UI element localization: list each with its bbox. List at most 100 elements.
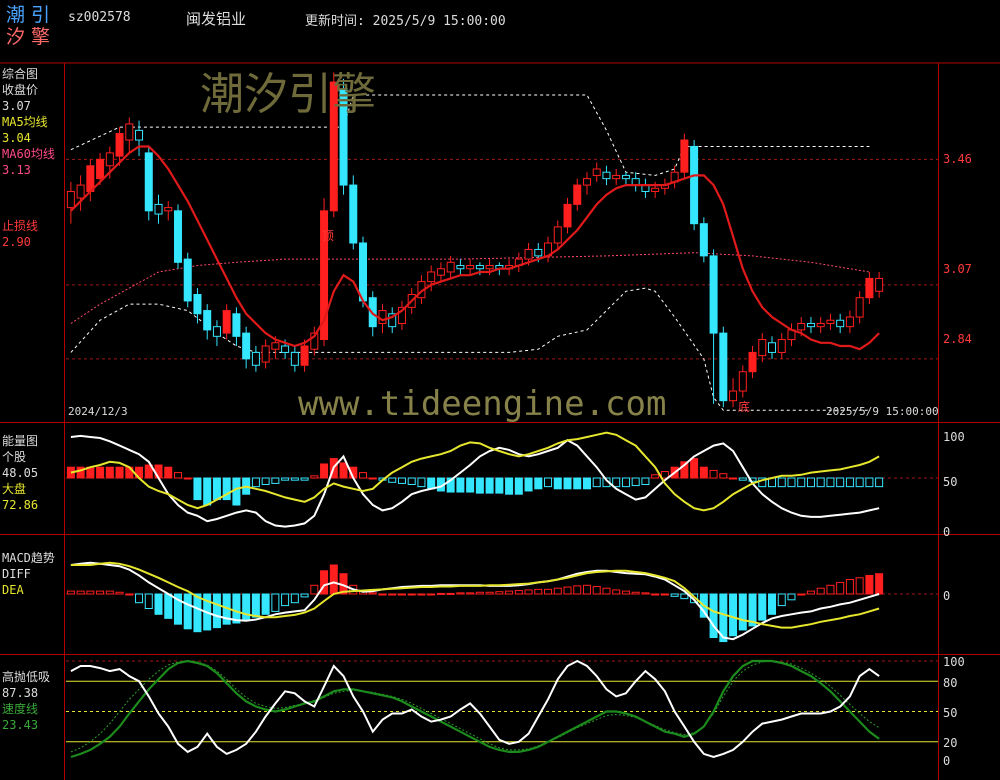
stock-code: sz002578 — [68, 10, 131, 25]
candle-body-3 — [96, 158, 105, 180]
energy-bar-67 — [719, 473, 728, 479]
watermark-url: www.tideengine.com — [298, 384, 667, 424]
ytick-energy-0: 100 — [943, 430, 965, 444]
stock-name: 闽发铝业 — [186, 10, 247, 28]
logo: 潮引 汐擎 — [6, 4, 56, 48]
candle-body-29 — [349, 184, 358, 244]
logo-top: 潮引 — [6, 4, 57, 26]
energy-bar-78 — [826, 477, 835, 488]
stop-value: 2.90 — [2, 235, 31, 249]
candle-body-16 — [222, 310, 231, 334]
energy-bar-48 — [534, 477, 543, 490]
energy-bar-11 — [173, 472, 182, 479]
macd-panel-legend: MACD趋势 DIFF DEA — [2, 550, 55, 598]
energy-bar-59 — [641, 477, 650, 485]
gaopao-line — [70, 659, 880, 759]
macd-bar-15 — [212, 593, 221, 629]
macd-bar-69 — [738, 593, 747, 631]
macd-bar-77 — [816, 587, 825, 595]
macd-bar-47 — [524, 589, 533, 595]
energy-bar-30 — [359, 472, 368, 479]
ytick-main-2: 2.84 — [943, 332, 972, 346]
ytick-main-0: 3.46 — [943, 152, 972, 166]
ytick-gaopao-2: 50 — [943, 706, 958, 720]
macd-bar-45 — [505, 590, 514, 595]
energy-bar-24 — [300, 477, 309, 481]
macd-bar-38 — [436, 592, 445, 595]
macd-bar-37 — [427, 593, 436, 596]
energy-bar-14 — [203, 477, 212, 506]
macd-bar-52 — [573, 585, 582, 595]
macd-bar-31 — [368, 592, 377, 595]
macd-bar-33 — [388, 593, 397, 596]
candle-body-6 — [125, 123, 134, 141]
energy-panel-legend: 能量图 个股 48.05 大盘 72.86 — [2, 433, 38, 513]
candle-body-82 — [865, 277, 874, 299]
macd-bar-68 — [729, 593, 738, 637]
ma5-label: MA5均线 — [2, 115, 48, 129]
energy-bar-40 — [456, 477, 465, 493]
energy-bar-52 — [573, 477, 582, 490]
candle-body-60 — [651, 187, 660, 193]
energy-bar-15 — [212, 477, 221, 501]
ytick-gaopao-1: 80 — [943, 676, 958, 690]
candle-body-24 — [300, 345, 309, 366]
update-time: 更新时间: 2025/5/9 15:00:00 — [305, 14, 506, 29]
macd-bar-78 — [826, 584, 835, 595]
energy-bar-20 — [261, 477, 270, 485]
energy-bar-66 — [709, 469, 718, 479]
ma60-label: MA60均线 — [2, 147, 55, 161]
energy-bar-5 — [115, 466, 124, 479]
macd-bar-9 — [154, 593, 163, 615]
candle-body-14 — [203, 310, 212, 331]
macd-bar-76 — [806, 590, 815, 595]
close-label: 收盘价 — [2, 83, 39, 97]
marker-top: 顶 — [322, 229, 335, 243]
candle-body-22 — [281, 345, 290, 353]
ytick-gaopao-0: 100 — [943, 655, 965, 669]
energy-bar-60 — [651, 474, 660, 479]
candle-body-66 — [709, 255, 718, 334]
stock-energy-label: 个股 — [2, 450, 27, 464]
market-energy-line — [70, 431, 880, 512]
ytick-energy-1: 50 — [943, 475, 958, 489]
macd-bar-27 — [329, 564, 338, 595]
energy-bar-74 — [787, 477, 796, 488]
energy-bar-4 — [105, 466, 114, 479]
logo-bottom: 汐擎 — [6, 26, 57, 48]
candle-body-54 — [592, 168, 601, 176]
candle-body-32 — [378, 310, 387, 324]
gaopao-value: 87.38 — [2, 686, 39, 700]
main-panel-legend: 综合图 收盘价 3.07 MA5均线 3.04 MA60均线 3.13 — [2, 66, 55, 178]
energy-bar-54 — [592, 477, 601, 488]
market-energy-value: 72.86 — [2, 498, 39, 512]
ytick-gaopao-4: 0 — [943, 754, 951, 768]
energy-bar-13 — [193, 477, 202, 501]
macd-bar-59 — [641, 592, 650, 595]
macd-bar-20 — [261, 593, 270, 615]
gaopao-panel-legend: 高抛低吸 87.38 速度线 23.43 — [2, 669, 50, 733]
macd-bar-42 — [475, 591, 484, 595]
market-energy-label: 大盘 — [2, 482, 27, 496]
candle-body-48 — [534, 248, 543, 257]
energy-bar-19 — [251, 477, 260, 488]
close-value: 3.07 — [2, 99, 31, 113]
energy-bar-81 — [855, 477, 864, 488]
candle-body-53 — [582, 178, 591, 186]
macd-bar-24 — [300, 593, 309, 598]
candle-body-38 — [436, 268, 445, 276]
macd-bar-48 — [534, 588, 543, 595]
stop-label: 止损线 — [2, 219, 39, 233]
macd-bar-60 — [651, 593, 660, 596]
macd-bar-82 — [865, 574, 874, 595]
date-end: 2025/5/9 15:00:00 — [826, 405, 939, 418]
macd-bar-66 — [709, 593, 718, 638]
energy-bar-69 — [738, 477, 747, 481]
macd-bar-79 — [836, 581, 845, 595]
macd-bar-4 — [105, 590, 114, 595]
stock-energy-value: 48.05 — [2, 466, 39, 480]
candle-body-64 — [690, 145, 699, 225]
dea-line — [70, 561, 880, 629]
energy-bar-31 — [368, 477, 377, 480]
candle-body-23 — [290, 351, 299, 366]
